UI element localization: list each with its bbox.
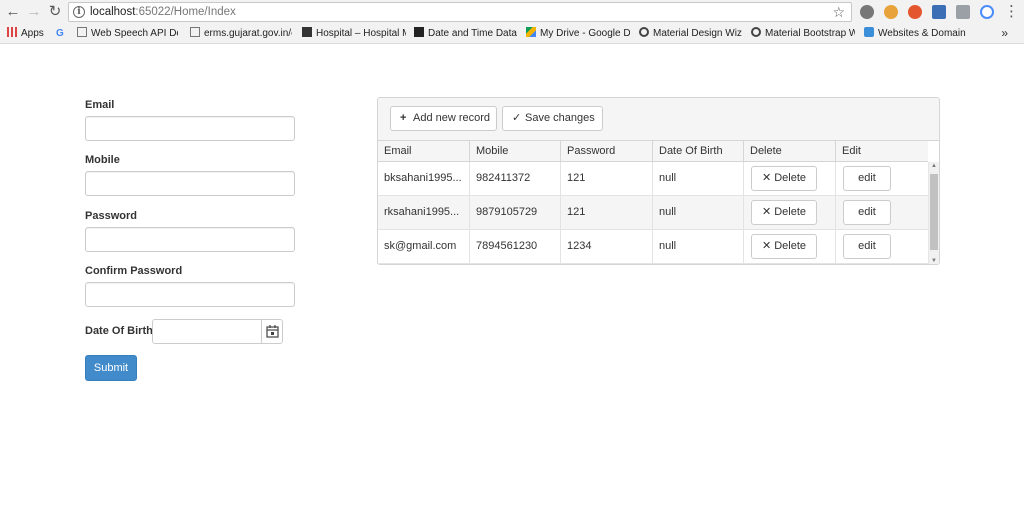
- save-changes-button[interactable]: ✓ Save changes: [502, 106, 603, 131]
- grid-scrollbar[interactable]: ▲ ▼: [928, 162, 939, 264]
- browser-menu-icon[interactable]: ⋮: [1004, 2, 1019, 22]
- email-field[interactable]: [85, 116, 295, 141]
- table-row[interactable]: bksahani1995... 982411372 121 null ✕ Dele…: [378, 162, 928, 196]
- bookmark-web-speech[interactable]: Web Speech API Den: [77, 24, 178, 44]
- cell-mobile: 9879105729: [469, 196, 561, 229]
- extension-cookie-icon[interactable]: [884, 5, 898, 19]
- column-header-email[interactable]: Email: [378, 141, 470, 162]
- delete-button[interactable]: ✕ Delete: [751, 200, 817, 225]
- bookmark-material-wizard[interactable]: Material Design Wiza: [639, 24, 742, 44]
- cell-dob: null: [652, 230, 744, 263]
- cell-password: 121: [560, 196, 652, 229]
- dob-field[interactable]: [152, 319, 283, 344]
- scroll-down-icon[interactable]: ▼: [931, 258, 937, 264]
- more-bookmarks-icon[interactable]: »: [1001, 26, 1008, 40]
- bookmark-hospital[interactable]: Hospital – Hospital M: [302, 24, 406, 44]
- cell-email: bksahani1995...: [384, 172, 462, 184]
- bookmark-date-time[interactable]: Date and Time Data T: [414, 24, 517, 44]
- password-label: Password: [85, 210, 137, 222]
- extension-pdf-icon[interactable]: [932, 5, 946, 19]
- delete-button[interactable]: ✕ Delete: [751, 234, 817, 259]
- close-icon: ✕: [761, 240, 772, 252]
- drive-icon: [526, 27, 536, 37]
- records-grid: + Add new record ✓ Save changes Email Mobi…: [377, 97, 940, 265]
- column-header-password[interactable]: Password: [560, 141, 652, 162]
- cell-email: rksahani1995...: [384, 206, 460, 218]
- hospital-site-icon: [302, 27, 312, 37]
- browser-toolbar: ← → ↻ i localhost:65022/Home/Index ☆ ⋮: [0, 0, 1024, 24]
- close-icon: ✕: [761, 206, 772, 218]
- info-icon[interactable]: i: [73, 6, 85, 18]
- bookmark-erms[interactable]: erms.gujarat.gov.in/c: [190, 24, 292, 44]
- delete-button[interactable]: ✕ Delete: [751, 166, 817, 191]
- scroll-up-icon[interactable]: ▲: [931, 163, 937, 169]
- mobile-field[interactable]: [85, 171, 295, 196]
- forward-icon[interactable]: →: [25, 3, 43, 21]
- extension-cloud-icon[interactable]: [980, 5, 994, 19]
- cell-dob: null: [652, 196, 744, 229]
- submit-button[interactable]: Submit: [85, 355, 137, 381]
- extension-block-icon[interactable]: [908, 5, 922, 19]
- creative-tim-icon: [751, 27, 761, 37]
- email-label: Email: [85, 99, 115, 111]
- confirm-password-field[interactable]: [85, 282, 295, 307]
- dob-label: Date Of Birth: [85, 325, 153, 337]
- confirm-password-label: Confirm Password: [85, 265, 183, 277]
- column-header-dob[interactable]: Date Of Birth: [652, 141, 744, 162]
- close-icon: ✕: [761, 172, 772, 184]
- column-header-delete: Delete: [743, 141, 835, 162]
- bookmark-websites-domains[interactable]: Websites & Domains: [864, 24, 966, 44]
- edit-button[interactable]: edit: [843, 200, 891, 225]
- grid-header: Email Mobile Password Date Of Birth Dele…: [378, 141, 928, 162]
- creative-tim-icon: [639, 27, 649, 37]
- check-icon: ✓: [512, 112, 522, 124]
- cell-password: 1234: [560, 230, 652, 263]
- cell-dob: null: [652, 162, 744, 195]
- plesk-icon: [864, 27, 874, 37]
- bookmark-google-icon[interactable]: G: [56, 24, 70, 44]
- scrollbar-thumb[interactable]: [930, 174, 938, 250]
- cell-password: 121: [560, 162, 652, 195]
- table-row[interactable]: rksahani1995... 9879105729 121 null ✕ Del…: [378, 196, 928, 230]
- reload-icon[interactable]: ↻: [46, 3, 64, 21]
- bookmark-material-bootstrap[interactable]: Material Bootstrap W: [751, 24, 855, 44]
- msdn-icon: [414, 27, 424, 37]
- add-record-button[interactable]: + Add new record: [390, 106, 497, 131]
- password-field[interactable]: [85, 227, 295, 252]
- mobile-label: Mobile: [85, 154, 120, 166]
- bookmark-google-drive[interactable]: My Drive - Google Dr: [526, 24, 630, 44]
- back-icon[interactable]: ←: [4, 3, 22, 21]
- plus-icon: +: [400, 112, 407, 124]
- extension-icon[interactable]: [860, 5, 874, 19]
- edit-button[interactable]: edit: [843, 234, 891, 259]
- bookmark-star-icon[interactable]: ☆: [832, 4, 845, 21]
- column-header-edit: Edit: [835, 141, 928, 162]
- calendar-icon[interactable]: [261, 320, 282, 343]
- address-bar[interactable]: i localhost:65022/Home/Index ☆: [68, 2, 852, 22]
- edit-button[interactable]: edit: [843, 166, 891, 191]
- bookmark-apps[interactable]: Apps: [7, 24, 51, 44]
- extension-android-icon[interactable]: [956, 5, 970, 19]
- cell-mobile: 982411372: [469, 162, 561, 195]
- bookmarks-bar: Apps G Web Speech API Den erms.gujarat.g…: [0, 24, 1024, 44]
- page-icon: [190, 27, 200, 37]
- grid-toolbar: + Add new record ✓ Save changes: [378, 98, 939, 141]
- column-header-mobile[interactable]: Mobile: [469, 141, 561, 162]
- url-text: localhost:65022/Home/Index: [90, 6, 236, 18]
- apps-grid-icon: [7, 27, 17, 37]
- table-row[interactable]: sk@gmail.com 7894561230 1234 null ✕ Delet…: [378, 230, 928, 264]
- cell-email: sk@gmail.com: [384, 240, 457, 252]
- page-icon: [77, 27, 87, 37]
- cell-mobile: 7894561230: [469, 230, 561, 263]
